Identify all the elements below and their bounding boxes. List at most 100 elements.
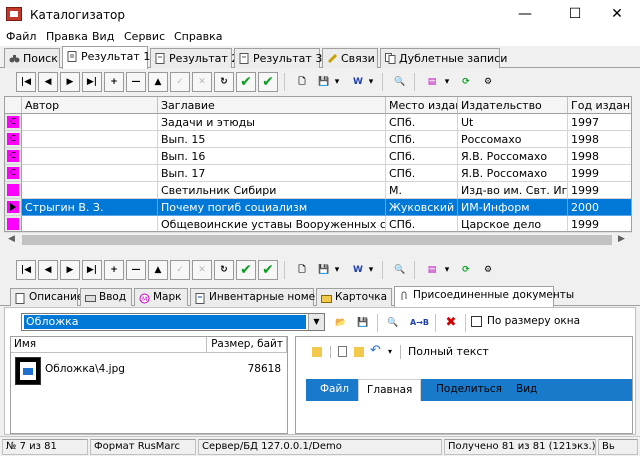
col-header-name[interactable]: Имя <box>11 337 207 353</box>
table-row[interactable]: Общевоинские уставы Вооруженных сил Росс… <box>5 216 631 231</box>
col-header-size[interactable]: Размер, байт <box>207 337 287 353</box>
delete-attachment-button[interactable]: ✖ <box>441 313 461 333</box>
sync-button[interactable]: ⟳ <box>456 260 476 280</box>
ribbon-tab-view[interactable]: Вид <box>516 383 537 395</box>
menu-help[interactable]: Справка <box>174 30 222 43</box>
word-dropdown[interactable]: ▾ <box>366 72 376 92</box>
chevron-down-icon[interactable]: ▼ <box>308 314 324 330</box>
word-dropdown[interactable]: ▾ <box>366 260 376 280</box>
table-row[interactable]: C Вып. 17 СПб. Я.В. Россомахо 1999 <box>5 165 631 182</box>
settings-button[interactable]: ⚙ <box>478 260 498 280</box>
tab-search[interactable]: Поиск <box>4 48 60 68</box>
undo-icon[interactable]: ↶ <box>370 343 381 358</box>
tab-result-1[interactable]: Результат 1 <box>62 46 150 69</box>
col-header-title[interactable]: Заглавие <box>158 97 386 114</box>
col-header-year[interactable]: Год издани <box>568 97 631 114</box>
new-document-button[interactable]: 🗋 <box>292 72 312 92</box>
sync-button[interactable]: ⟳ <box>456 72 476 92</box>
save-dropdown[interactable]: ▾ <box>332 260 342 280</box>
first-record-button[interactable]: |◀ <box>16 260 36 280</box>
next-record-button[interactable]: ▶ <box>60 72 80 92</box>
close-button[interactable]: ✕ <box>594 0 640 28</box>
tab-result-2[interactable]: Результат 2 <box>150 48 238 68</box>
scroll-right-icon[interactable]: ▶ <box>618 234 625 244</box>
cancel-disabled-button[interactable]: ✕ <box>192 72 212 92</box>
edit-disabled-button[interactable]: ✓ <box>170 72 190 92</box>
delete-record-button[interactable]: — <box>126 72 146 92</box>
fit-to-window-checkbox[interactable] <box>471 316 482 327</box>
word-export-button[interactable]: W <box>348 260 368 280</box>
settings-button[interactable]: ⚙ <box>478 72 498 92</box>
table-row-selected[interactable]: Стрыгин В. З. Почему погиб социализм Жук… <box>5 199 631 216</box>
maximize-button[interactable]: ☐ <box>552 0 598 28</box>
check-button[interactable]: ✔ <box>236 260 256 280</box>
grid-horizontal-scrollbar[interactable]: ◀ ▶ <box>4 232 632 246</box>
menu-view[interactable]: Вид <box>92 30 114 43</box>
ribbon-tab-file[interactable]: Файл <box>320 383 349 395</box>
cancel-disabled-button[interactable]: ✕ <box>192 260 212 280</box>
tab-result-3-label: Результат 3 <box>253 52 323 65</box>
minimize-button[interactable]: — <box>502 0 548 28</box>
check-button[interactable]: ✔ <box>236 72 256 92</box>
col-header-author[interactable]: Автор <box>22 97 158 114</box>
next-record-button[interactable]: ▶ <box>60 260 80 280</box>
tab-duplicates[interactable]: Дублетные записи <box>380 48 507 68</box>
tab-marc[interactable]: M Марк <box>134 288 188 306</box>
chevron-down-icon[interactable]: ▾ <box>388 347 392 356</box>
form-button[interactable]: ▤ <box>422 260 442 280</box>
menu-edit[interactable]: Правка <box>46 30 88 43</box>
search-button[interactable]: 🔍 <box>390 72 410 92</box>
ribbon-tab-home[interactable]: Главная <box>358 379 422 401</box>
table-row[interactable]: C Вып. 16 СПб. Я.В. Россомахо 1998 <box>5 148 631 165</box>
new-document-button[interactable]: 🗋 <box>292 260 312 280</box>
add-record-button[interactable]: + <box>104 260 124 280</box>
col-header-publisher[interactable]: Издательство <box>458 97 568 114</box>
rename-button[interactable]: A→B <box>409 313 429 333</box>
tab-description[interactable]: Описание <box>10 288 83 306</box>
refresh-button[interactable]: ↻ <box>214 72 234 92</box>
tab-inventory-numbers[interactable]: Инвентарные номера <box>190 288 328 306</box>
check-all-button[interactable]: ✔ <box>258 72 278 92</box>
col-header-place[interactable]: Место издания <box>386 97 458 114</box>
tab-attached-documents[interactable]: Присоединенные документы <box>394 286 574 307</box>
save-dropdown[interactable]: ▾ <box>332 72 342 92</box>
word-export-button[interactable]: W <box>348 72 368 92</box>
records-grid[interactable]: Автор Заглавие Место издания Издательств… <box>4 96 632 232</box>
save-attachment-button[interactable]: 💾 <box>353 313 373 333</box>
refresh-button[interactable]: ↻ <box>214 260 234 280</box>
tab-result-3[interactable]: Результат 3 <box>234 48 323 68</box>
form-dropdown[interactable]: ▾ <box>442 72 452 92</box>
last-record-button[interactable]: ▶| <box>82 260 102 280</box>
list-item[interactable]: Обложка\4.jpg 78618 <box>15 357 285 387</box>
tab-card[interactable]: Карточка <box>316 288 392 306</box>
prev-record-button[interactable]: ◀ <box>38 72 58 92</box>
document-type-select[interactable]: Обложка ▼ <box>21 313 325 331</box>
open-folder-button[interactable]: 📂 <box>331 313 351 333</box>
attachments-list[interactable]: Имя Размер, байт Обложка\4.jpg 78618 <box>10 336 288 434</box>
form-dropdown[interactable]: ▾ <box>442 260 452 280</box>
scrollbar-thumb[interactable] <box>22 235 612 245</box>
scroll-left-icon[interactable]: ◀ <box>8 234 15 244</box>
first-record-button[interactable]: |◀ <box>16 72 36 92</box>
ribbon-tab-share[interactable]: Поделиться <box>436 383 502 395</box>
preview-button[interactable]: 🔍 <box>383 313 403 333</box>
search-button[interactable]: 🔍 <box>390 260 410 280</box>
menu-file[interactable]: Файл <box>6 30 36 43</box>
last-record-button[interactable]: ▶| <box>82 72 102 92</box>
menu-service[interactable]: Сервис <box>124 30 165 43</box>
table-row[interactable]: C Задачи и этюды СПб. Ut 1997 <box>5 114 631 131</box>
move-up-button[interactable]: ▲ <box>148 72 168 92</box>
check-all-button[interactable]: ✔ <box>258 260 278 280</box>
table-row[interactable]: Светильник Сибири М. Изд-во им. Свт. Игн… <box>5 182 631 199</box>
prev-record-button[interactable]: ◀ <box>38 260 58 280</box>
move-up-button[interactable]: ▲ <box>148 260 168 280</box>
form-button[interactable]: ▤ <box>422 72 442 92</box>
add-record-button[interactable]: + <box>104 72 124 92</box>
delete-record-button[interactable]: — <box>126 260 146 280</box>
edit-disabled-button[interactable]: ✓ <box>170 260 190 280</box>
tab-links[interactable]: Связи <box>322 48 378 68</box>
save-button[interactable]: 💾 <box>314 72 334 92</box>
tab-input[interactable]: Ввод <box>80 288 132 306</box>
table-row[interactable]: C Вып. 15 СПб. Россомахо 1998 <box>5 131 631 148</box>
save-button[interactable]: 💾 <box>314 260 334 280</box>
